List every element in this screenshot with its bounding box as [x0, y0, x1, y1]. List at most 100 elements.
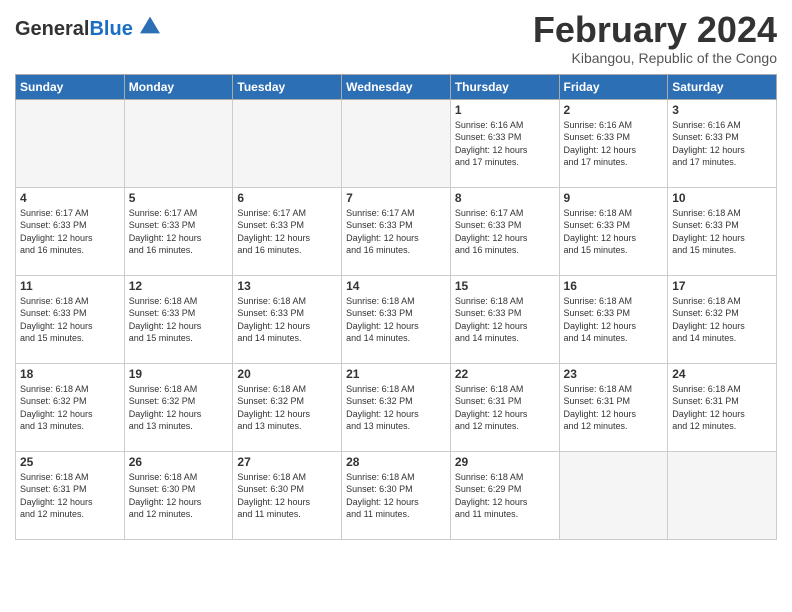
day-number: 18 [20, 367, 120, 381]
day-number: 20 [237, 367, 337, 381]
calendar-cell: 20 Sunrise: 6:18 AM Sunset: 6:32 PM Dayli… [233, 363, 342, 451]
day-number: 1 [455, 103, 555, 117]
day-header-monday: Monday [124, 74, 233, 99]
day-info: Sunrise: 6:17 AM Sunset: 6:33 PM Dayligh… [455, 207, 555, 257]
day-number: 2 [564, 103, 664, 117]
calendar-cell: 26 Sunrise: 6:18 AM Sunset: 6:30 PM Dayli… [124, 451, 233, 539]
day-number: 14 [346, 279, 446, 293]
calendar-cell: 16 Sunrise: 6:18 AM Sunset: 6:33 PM Dayli… [559, 275, 668, 363]
calendar-cell [342, 99, 451, 187]
calendar-cell: 17Sunrise: 6:18 AM Sunset: 6:32 PM Dayli… [668, 275, 777, 363]
calendar-cell: 23 Sunrise: 6:18 AM Sunset: 6:31 PM Dayli… [559, 363, 668, 451]
logo: GeneralBlue [15, 15, 160, 40]
logo-blue-text: Blue [89, 18, 132, 40]
calendar-cell: 24Sunrise: 6:18 AM Sunset: 6:31 PM Dayli… [668, 363, 777, 451]
calendar-cell: 11 Sunrise: 6:18 AM Sunset: 6:33 PM Dayli… [16, 275, 125, 363]
day-number: 25 [20, 455, 120, 469]
day-info: Sunrise: 6:18 AM Sunset: 6:30 PM Dayligh… [237, 471, 337, 521]
logo-general-text: General [15, 18, 89, 40]
calendar-cell: 4Sunrise: 6:17 AM Sunset: 6:33 PM Daylig… [16, 187, 125, 275]
day-info: Sunrise: 6:18 AM Sunset: 6:33 PM Dayligh… [564, 295, 664, 345]
calendar-cell: 3 Sunrise: 6:16 AM Sunset: 6:33 PM Daylig… [668, 99, 777, 187]
day-info: Sunrise: 6:18 AM Sunset: 6:32 PM Dayligh… [237, 383, 337, 433]
month-title: February 2024 [533, 10, 777, 50]
week-row-2: 4 Sunrise: 6:17 AM Sunset: 6:33 PM Daylig… [16, 187, 777, 275]
day-number: 7 [346, 191, 446, 205]
day-number: 23 [564, 367, 664, 381]
calendar-cell: 12 Sunrise: 6:18 AM Sunset: 6:33 PM Dayli… [124, 275, 233, 363]
calendar-cell: 21 Sunrise: 6:18 AM Sunset: 6:32 PM Dayli… [342, 363, 451, 451]
day-number: 3 [672, 103, 772, 117]
day-number: 28 [346, 455, 446, 469]
day-number: 27 [237, 455, 337, 469]
calendar-cell: 14 Sunrise: 6:18 AM Sunset: 6:33 PM Dayli… [342, 275, 451, 363]
location-subtitle: Kibangou, Republic of the Congo [533, 50, 777, 66]
day-number: 5 [129, 191, 229, 205]
day-number: 8 [455, 191, 555, 205]
day-number: 11 [20, 279, 120, 293]
day-number: 26 [129, 455, 229, 469]
calendar-cell: 27 Sunrise: 6:18 AM Sunset: 6:30 PM Dayli… [233, 451, 342, 539]
day-info: Sunrise: 6:18 AM Sunset: 6:31 PM Dayligh… [672, 383, 772, 433]
week-row-5: 25 Sunrise: 6:18 AM Sunset: 6:31 PM Dayli… [16, 451, 777, 539]
days-header-row: SundayMondayTuesdayWednesdayThursdayFrid… [16, 74, 777, 99]
day-info: Sunrise: 6:18 AM Sunset: 6:33 PM Dayligh… [237, 295, 337, 345]
day-info: Sunrise: 6:18 AM Sunset: 6:32 PM Dayligh… [20, 383, 120, 433]
calendar-table: SundayMondayTuesdayWednesdayThursdayFrid… [15, 74, 777, 540]
day-info: Sunrise: 6:18 AM Sunset: 6:32 PM Dayligh… [672, 295, 772, 345]
calendar-cell: 19Sunrise: 6:18 AM Sunset: 6:32 PM Dayli… [124, 363, 233, 451]
calendar-cell: 28 Sunrise: 6:18 AM Sunset: 6:30 PM Dayli… [342, 451, 451, 539]
week-row-4: 18 Sunrise: 6:18 AM Sunset: 6:32 PM Dayli… [16, 363, 777, 451]
calendar-cell: 8 Sunrise: 6:17 AM Sunset: 6:33 PM Daylig… [450, 187, 559, 275]
week-row-3: 11 Sunrise: 6:18 AM Sunset: 6:33 PM Dayli… [16, 275, 777, 363]
day-number: 21 [346, 367, 446, 381]
day-header-saturday: Saturday [668, 74, 777, 99]
day-header-sunday: Sunday [16, 74, 125, 99]
calendar-cell [16, 99, 125, 187]
day-header-tuesday: Tuesday [233, 74, 342, 99]
day-info: Sunrise: 6:18 AM Sunset: 6:33 PM Dayligh… [564, 207, 664, 257]
day-number: 29 [455, 455, 555, 469]
day-info: Sunrise: 6:16 AM Sunset: 6:33 PM Dayligh… [564, 119, 664, 169]
day-info: Sunrise: 6:18 AM Sunset: 6:33 PM Dayligh… [346, 295, 446, 345]
day-number: 13 [237, 279, 337, 293]
day-header-thursday: Thursday [450, 74, 559, 99]
day-info: Sunrise: 6:18 AM Sunset: 6:29 PM Dayligh… [455, 471, 555, 521]
day-info: Sunrise: 6:17 AM Sunset: 6:33 PM Dayligh… [346, 207, 446, 257]
day-info: Sunrise: 6:16 AM Sunset: 6:33 PM Dayligh… [672, 119, 772, 169]
calendar-cell: 6 Sunrise: 6:17 AM Sunset: 6:33 PM Daylig… [233, 187, 342, 275]
calendar-cell: 5Sunrise: 6:17 AM Sunset: 6:33 PM Daylig… [124, 187, 233, 275]
calendar-cell: 29 Sunrise: 6:18 AM Sunset: 6:29 PM Dayli… [450, 451, 559, 539]
day-info: Sunrise: 6:18 AM Sunset: 6:33 PM Dayligh… [672, 207, 772, 257]
day-number: 9 [564, 191, 664, 205]
day-number: 10 [672, 191, 772, 205]
day-info: Sunrise: 6:18 AM Sunset: 6:33 PM Dayligh… [129, 295, 229, 345]
day-header-wednesday: Wednesday [342, 74, 451, 99]
day-info: Sunrise: 6:18 AM Sunset: 6:32 PM Dayligh… [346, 383, 446, 433]
calendar-cell: 9 Sunrise: 6:18 AM Sunset: 6:33 PM Daylig… [559, 187, 668, 275]
day-info: Sunrise: 6:18 AM Sunset: 6:31 PM Dayligh… [455, 383, 555, 433]
day-header-friday: Friday [559, 74, 668, 99]
day-info: Sunrise: 6:18 AM Sunset: 6:30 PM Dayligh… [129, 471, 229, 521]
day-info: Sunrise: 6:18 AM Sunset: 6:31 PM Dayligh… [20, 471, 120, 521]
day-info: Sunrise: 6:18 AM Sunset: 6:33 PM Dayligh… [20, 295, 120, 345]
day-number: 12 [129, 279, 229, 293]
page-header: GeneralBlue February 2024 Kibangou, Repu… [15, 10, 777, 66]
calendar-cell: 13 Sunrise: 6:18 AM Sunset: 6:33 PM Dayli… [233, 275, 342, 363]
day-info: Sunrise: 6:18 AM Sunset: 6:31 PM Dayligh… [564, 383, 664, 433]
day-number: 6 [237, 191, 337, 205]
day-number: 15 [455, 279, 555, 293]
calendar-cell [233, 99, 342, 187]
day-info: Sunrise: 6:17 AM Sunset: 6:33 PM Dayligh… [237, 207, 337, 257]
title-block: February 2024 Kibangou, Republic of the … [533, 10, 777, 66]
day-info: Sunrise: 6:18 AM Sunset: 6:30 PM Dayligh… [346, 471, 446, 521]
logo-icon [140, 15, 160, 35]
day-info: Sunrise: 6:18 AM Sunset: 6:32 PM Dayligh… [129, 383, 229, 433]
day-number: 22 [455, 367, 555, 381]
day-number: 16 [564, 279, 664, 293]
calendar-cell: 22 Sunrise: 6:18 AM Sunset: 6:31 PM Dayli… [450, 363, 559, 451]
calendar-cell [668, 451, 777, 539]
calendar-cell: 25 Sunrise: 6:18 AM Sunset: 6:31 PM Dayli… [16, 451, 125, 539]
day-number: 4 [20, 191, 120, 205]
calendar-cell: 18 Sunrise: 6:18 AM Sunset: 6:32 PM Dayli… [16, 363, 125, 451]
